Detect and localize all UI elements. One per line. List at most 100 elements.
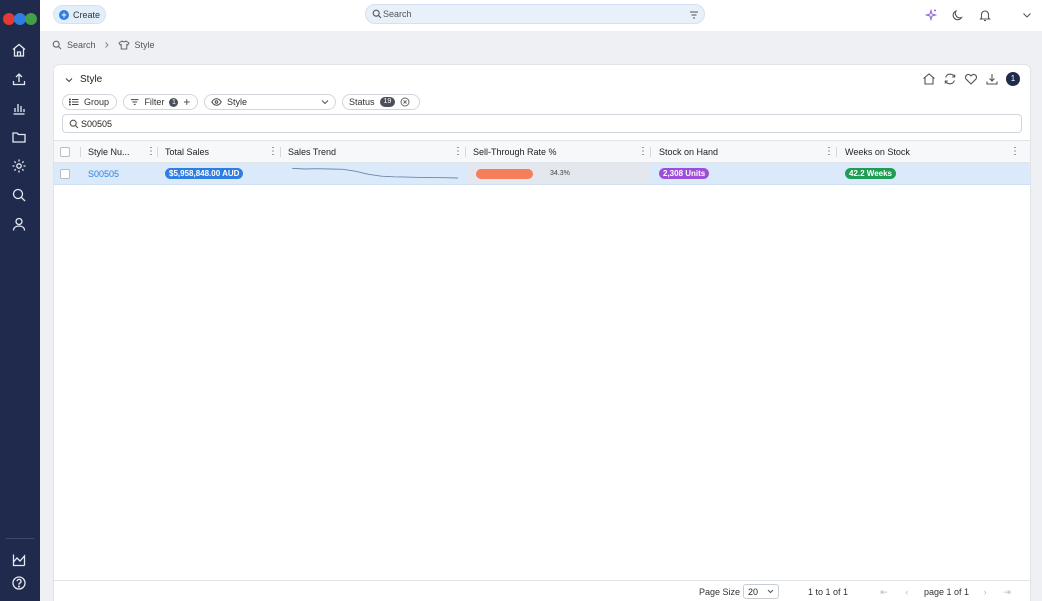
panel-title: Style [80, 74, 103, 85]
page-size-select[interactable]: 20 [743, 584, 779, 599]
search-icon [69, 119, 79, 129]
folder-icon[interactable] [11, 129, 27, 145]
column-header-total-sales[interactable]: Total Sales ⋮ [165, 141, 278, 163]
column-header-label: Sell-Through Rate % [473, 147, 557, 157]
column-separator [650, 147, 651, 157]
previous-page-icon[interactable]: ‹ [902, 587, 912, 597]
app-logo[interactable] [3, 13, 37, 25]
row-checkbox[interactable] [60, 168, 70, 179]
sales-trend-cell [290, 163, 460, 184]
panel-header: Style [64, 74, 102, 85]
collapse-chevron-icon[interactable] [64, 75, 74, 85]
chart-icon[interactable] [11, 552, 27, 568]
refresh-icon[interactable] [943, 72, 957, 86]
group-chip-label: Group [84, 97, 110, 107]
quick-filter-field[interactable] [62, 114, 1022, 133]
group-chip[interactable]: Group [62, 94, 117, 110]
status-count-badge: 19 [379, 97, 396, 107]
create-button[interactable]: + Create [53, 5, 106, 24]
grid-header-row: Style Nu... ⋮ Total Sales ⋮ Sales Trend … [54, 140, 1030, 163]
global-search[interactable] [365, 4, 705, 24]
column-menu-icon[interactable]: ⋮ [824, 147, 834, 157]
sidebar-divider [6, 538, 34, 539]
column-separator [80, 147, 81, 157]
status-chip[interactable]: Status 19 [342, 94, 420, 110]
style-number-link[interactable]: S00505 [88, 169, 119, 179]
create-label: Create [73, 9, 101, 20]
upload-icon[interactable] [11, 71, 27, 87]
select-all-cell [60, 141, 74, 163]
filter-count-badge: 1 [169, 97, 179, 107]
page-indicator: page 1 of 1 [924, 587, 970, 597]
row-range-text: 1 to 1 of 1 [808, 587, 849, 597]
eye-icon [211, 98, 222, 106]
table-row[interactable]: S00505 $5,958,848.00 AUD 34.3% 2,308 Uni… [54, 163, 1030, 185]
shirt-icon [117, 40, 130, 50]
heart-icon[interactable] [964, 72, 978, 86]
logo-dot-green [25, 13, 37, 25]
column-header-label: Style Nu... [88, 147, 130, 157]
quick-filter-input[interactable] [81, 117, 481, 130]
column-menu-icon[interactable]: ⋮ [638, 147, 648, 157]
last-page-icon[interactable]: ⇥ [1002, 587, 1012, 597]
page-size-value: 20 [748, 586, 759, 597]
column-menu-icon[interactable]: ⋮ [146, 147, 156, 157]
column-header-weeks-on-stock[interactable]: Weeks on Stock ⋮ [845, 141, 1020, 163]
sparkle-icon[interactable] [924, 8, 938, 22]
breadcrumb-item-style[interactable]: Style [135, 40, 155, 50]
data-grid: Style Nu... ⋮ Total Sales ⋮ Sales Trend … [54, 140, 1030, 185]
column-menu-icon[interactable]: ⋮ [268, 147, 278, 157]
top-bar: + Create [40, 0, 1042, 31]
style-select-chip[interactable]: Style [204, 94, 336, 110]
sidebar [0, 0, 40, 601]
weeks-on-stock-pill: 42.2 Weeks [845, 168, 896, 179]
column-menu-icon[interactable]: ⋮ [453, 147, 463, 157]
user-icon[interactable] [11, 216, 27, 232]
filter-lines-icon[interactable] [688, 9, 700, 21]
chevron-down-icon[interactable] [1020, 8, 1034, 22]
column-header-sales-trend[interactable]: Sales Trend ⋮ [288, 141, 463, 163]
breadcrumb: Search Style [52, 39, 155, 51]
status-chip-label: Status [349, 97, 375, 107]
sell-through-track: 34.3% [467, 163, 650, 184]
plus-icon[interactable] [183, 98, 191, 106]
column-header-stock-on-hand[interactable]: Stock on Hand ⋮ [659, 141, 834, 163]
column-header-label: Total Sales [165, 147, 210, 157]
select-all-checkbox[interactable] [60, 147, 70, 157]
filter-chip[interactable]: Filter 1 [123, 94, 198, 110]
column-header-label: Stock on Hand [659, 147, 719, 157]
stock-on-hand-cell: 2,308 Units [659, 163, 834, 184]
bell-icon[interactable] [978, 8, 992, 22]
stock-on-hand-pill: 2,308 Units [659, 168, 710, 179]
column-menu-icon[interactable]: ⋮ [1010, 147, 1020, 157]
analytics-icon[interactable] [11, 100, 27, 116]
column-header-sell-through[interactable]: Sell-Through Rate % ⋮ [473, 141, 648, 163]
breadcrumb-item-search[interactable]: Search [67, 40, 96, 50]
plus-icon: + [59, 9, 69, 20]
sell-through-fill [476, 169, 533, 179]
next-page-icon[interactable]: › [980, 587, 990, 597]
sell-through-cell: 34.3% [467, 163, 650, 184]
help-icon[interactable] [11, 575, 27, 591]
toolbar-chips: Group Filter 1 Style Status 19 [62, 94, 420, 110]
column-header-label: Sales Trend [288, 147, 337, 157]
column-header-style-number[interactable]: Style Nu... ⋮ [88, 141, 156, 163]
first-page-icon[interactable]: ⇤ [879, 587, 889, 597]
download-icon[interactable] [985, 72, 999, 86]
home-icon[interactable] [11, 42, 27, 58]
panel-actions: 1 [922, 72, 1020, 86]
column-separator [280, 147, 281, 157]
clear-circle-icon[interactable] [400, 97, 410, 107]
search-icon[interactable] [11, 187, 27, 203]
weeks-on-stock-cell: 42.2 Weeks [845, 163, 1020, 184]
global-search-input[interactable] [383, 7, 673, 21]
style-number-cell: S00505 [88, 163, 156, 184]
home-icon[interactable] [922, 72, 936, 86]
moon-icon[interactable] [951, 8, 965, 22]
total-sales-cell: $5,958,848.00 AUD [165, 163, 278, 184]
settings-icon[interactable] [11, 158, 27, 174]
column-separator [157, 147, 158, 157]
notification-count-badge[interactable]: 1 [1006, 72, 1020, 86]
row-select-cell [60, 163, 74, 184]
sell-through-label: 34.3% [550, 170, 570, 177]
